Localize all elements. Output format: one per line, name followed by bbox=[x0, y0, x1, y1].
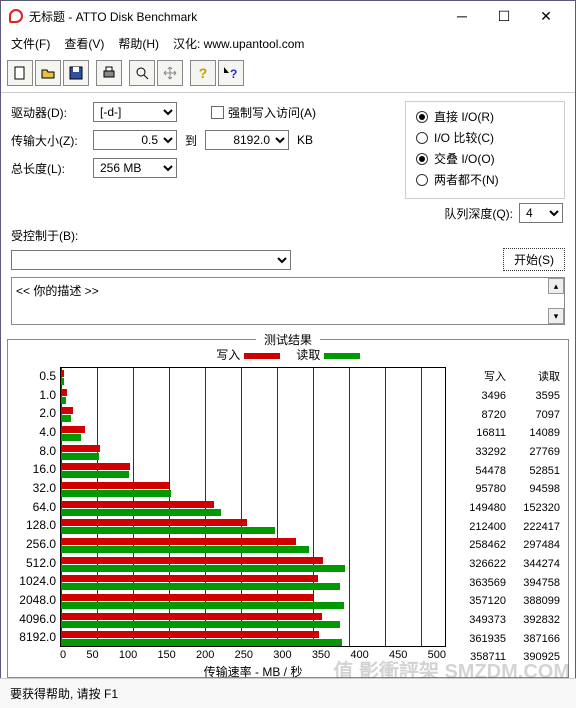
move-button[interactable] bbox=[157, 60, 183, 86]
overlap-io-label: 交叠 I/O(O) bbox=[434, 150, 495, 167]
scroll-up-button[interactable]: ▴ bbox=[548, 278, 564, 294]
xfer-to-label: 到 bbox=[177, 132, 205, 149]
drive-select[interactable]: [-d-] bbox=[93, 102, 177, 122]
minimize-button[interactable]: ─ bbox=[441, 3, 483, 29]
neither-radio[interactable] bbox=[416, 174, 428, 186]
read-column-header: 读取 bbox=[506, 367, 560, 387]
scroll-down-button[interactable]: ▾ bbox=[548, 308, 564, 324]
controlled-by-label: 受控制于(B): bbox=[11, 227, 93, 244]
direct-io-radio[interactable] bbox=[416, 111, 428, 123]
controlled-by-select[interactable] bbox=[11, 250, 291, 270]
context-help-button[interactable]: ? bbox=[218, 60, 244, 86]
xfer-size-label: 传输大小(Z): bbox=[11, 132, 93, 149]
close-button[interactable]: ✕ bbox=[525, 3, 567, 29]
new-button[interactable] bbox=[7, 60, 33, 86]
maximize-button[interactable]: ☐ bbox=[483, 3, 525, 29]
total-length-select[interactable]: 256 MB bbox=[93, 158, 177, 178]
queue-depth-select[interactable]: 4 bbox=[519, 203, 563, 223]
menu-help[interactable]: 帮助(H) bbox=[118, 35, 159, 52]
zoom-button[interactable] bbox=[129, 60, 155, 86]
overlap-io-radio[interactable] bbox=[416, 153, 428, 165]
svg-text:?: ? bbox=[230, 67, 237, 80]
start-button[interactable]: 开始(S) bbox=[503, 248, 565, 271]
queue-depth-label: 队列深度(Q): bbox=[444, 205, 513, 222]
io-compare-label: I/O 比较(C) bbox=[434, 129, 494, 146]
direct-io-label: 直接 I/O(R) bbox=[434, 108, 494, 125]
results-title: 测试结果 bbox=[256, 331, 320, 348]
bar-chart: 0.51.02.04.08.016.032.064.0128.0256.0512… bbox=[14, 367, 446, 667]
read-legend-label: 读取 bbox=[296, 348, 320, 362]
app-icon bbox=[9, 9, 23, 23]
menu-file[interactable]: 文件(F) bbox=[11, 35, 50, 52]
drive-label: 驱动器(D): bbox=[11, 104, 93, 121]
write-column-header: 写入 bbox=[452, 367, 506, 387]
menu-localize: 汉化: www.upantool.com bbox=[173, 35, 304, 52]
xfer-to-select[interactable]: 8192.0 bbox=[205, 130, 289, 150]
open-button[interactable] bbox=[35, 60, 61, 86]
force-write-checkbox[interactable] bbox=[211, 106, 224, 119]
neither-label: 两者都不(N) bbox=[434, 171, 499, 188]
save-button[interactable] bbox=[63, 60, 89, 86]
total-length-label: 总长度(L): bbox=[11, 160, 93, 177]
print-button[interactable] bbox=[96, 60, 122, 86]
xfer-from-select[interactable]: 0.5 bbox=[93, 130, 177, 150]
xfer-unit: KB bbox=[289, 133, 313, 147]
window-title: 无标题 - ATTO Disk Benchmark bbox=[29, 8, 441, 25]
description-box[interactable]: << 你的描述 >> ▴ ▾ bbox=[11, 277, 565, 325]
io-compare-radio[interactable] bbox=[416, 132, 428, 144]
write-legend-label: 写入 bbox=[216, 348, 240, 362]
force-write-label: 强制写入访问(A) bbox=[228, 104, 316, 121]
help-button[interactable]: ? bbox=[190, 60, 216, 86]
write-legend-swatch bbox=[244, 353, 280, 359]
status-bar: 要获得帮助, 请按 F1 bbox=[0, 678, 576, 708]
menu-view[interactable]: 查看(V) bbox=[64, 35, 104, 52]
read-legend-swatch bbox=[324, 353, 360, 359]
